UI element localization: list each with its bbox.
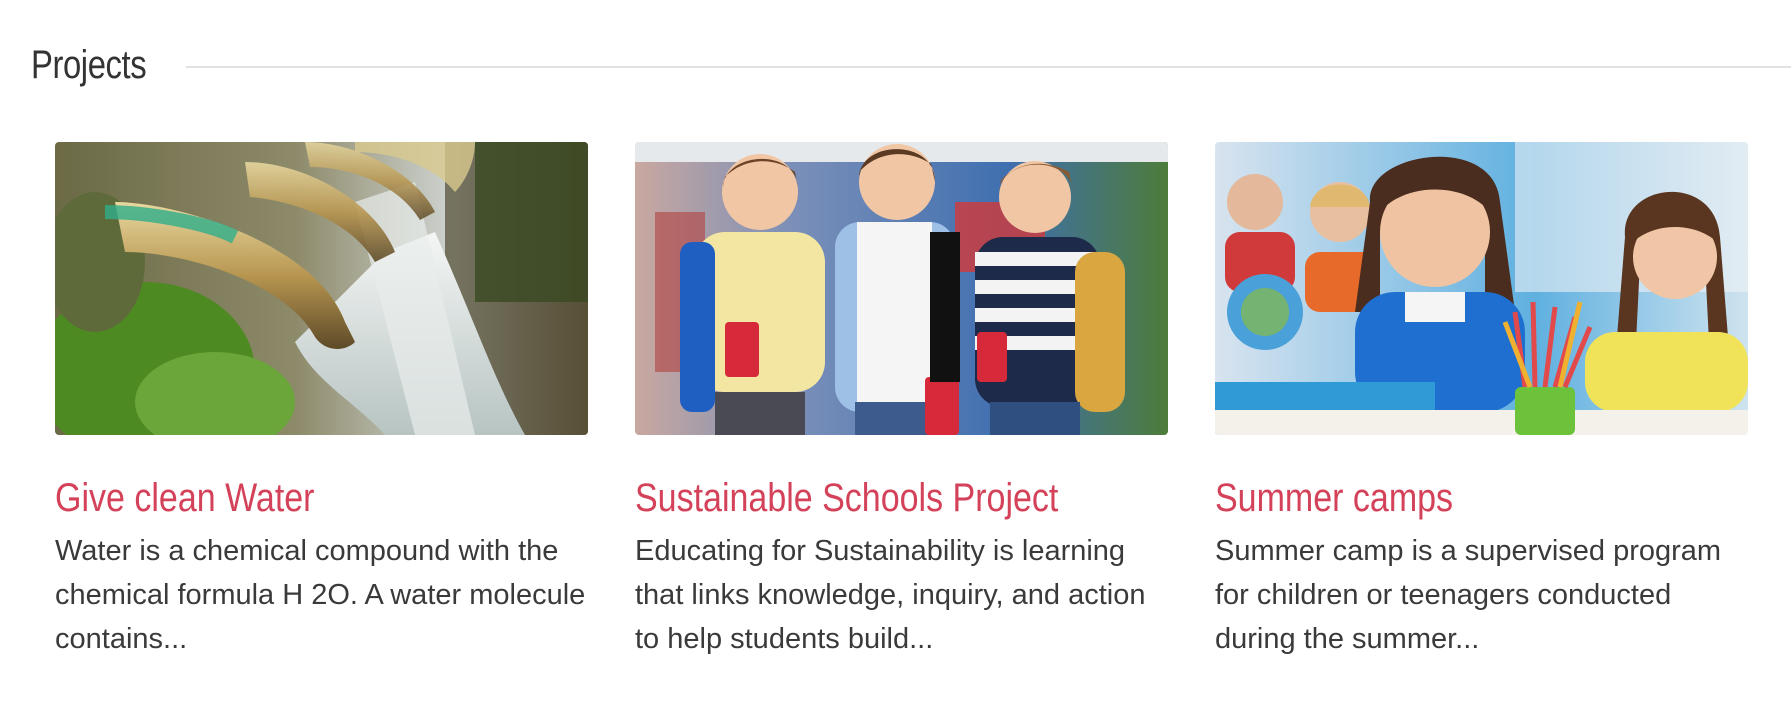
- project-title-schools[interactable]: Sustainable Schools Project: [635, 475, 1162, 521]
- project-card-water: Give clean Water Water is a chemical com…: [55, 142, 588, 661]
- project-excerpt-schools: Educating for Sustainability is learning…: [635, 535, 1146, 655]
- project-excerpt-water: Water is a chemical compound with the ch…: [55, 535, 586, 655]
- project-card-camps: Summer camps Summer camp is a supervised…: [1215, 142, 1748, 661]
- header-divider: [186, 66, 1791, 68]
- project-title-water[interactable]: Give clean Water: [55, 475, 582, 521]
- project-image-schools[interactable]: [635, 142, 1168, 435]
- classroom-girls-photo: [1215, 142, 1748, 435]
- project-excerpt-camps: Summer camp is a supervised program for …: [1215, 535, 1722, 655]
- project-image-camps[interactable]: [1215, 142, 1748, 435]
- project-title-camps[interactable]: Summer camps: [1215, 475, 1742, 521]
- schoolboys-photo: [635, 142, 1168, 435]
- section-header: Projects: [31, 30, 1791, 100]
- section-title: Projects: [31, 42, 147, 87]
- water-fountain-photo: [55, 142, 588, 435]
- project-cards: Give clean Water Water is a chemical com…: [55, 142, 1748, 661]
- project-card-schools: Sustainable Schools Project Educating fo…: [635, 142, 1168, 661]
- project-image-water[interactable]: [55, 142, 588, 435]
